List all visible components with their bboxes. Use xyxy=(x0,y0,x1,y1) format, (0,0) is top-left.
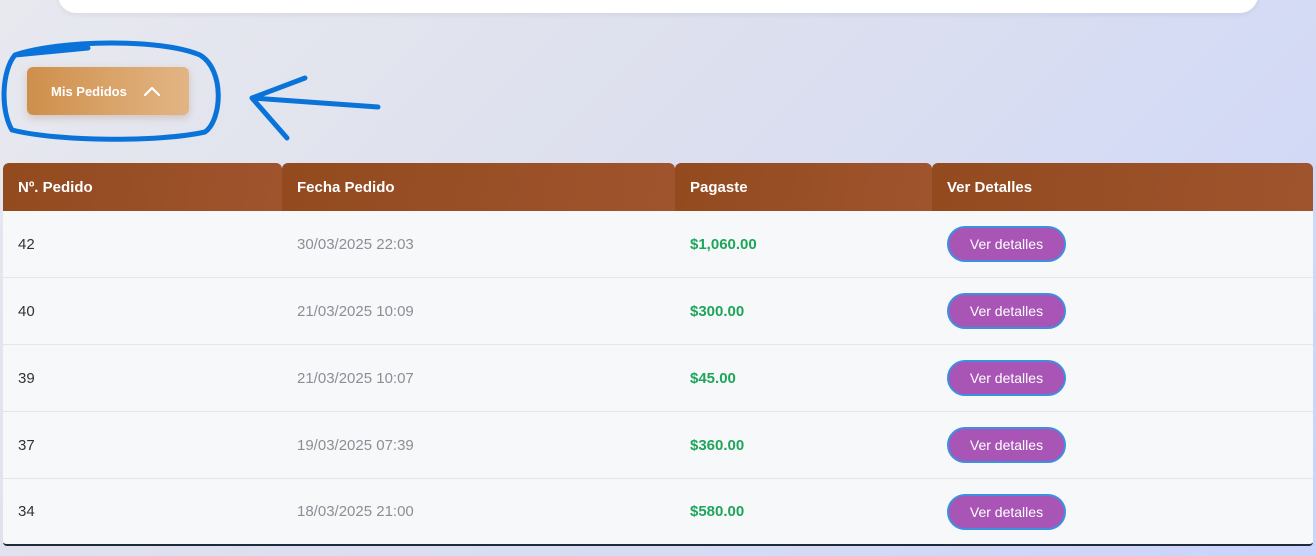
order-date-cell: 19/03/2025 07:39 xyxy=(297,436,414,454)
column-header-details: Ver Detalles xyxy=(932,163,1313,211)
details-cell: Ver detalles xyxy=(932,278,1313,344)
order-date-cell: 21/03/2025 10:07 xyxy=(297,369,414,387)
table-row: 37 19/03/2025 07:39 $360.00 Ver detalles xyxy=(3,412,1313,479)
view-details-button[interactable]: Ver detalles xyxy=(947,493,1066,530)
orders-table: Nº. Pedido Fecha Pedido Pagaste Ver Deta… xyxy=(3,163,1313,546)
table-row: 42 30/03/2025 22:03 $1,060.00 Ver detall… xyxy=(3,211,1313,278)
paid-amount-cell: $360.00 xyxy=(690,436,745,454)
view-details-button[interactable]: Ver detalles xyxy=(947,226,1066,262)
paid-amount-cell: $580.00 xyxy=(690,503,745,520)
order-date-cell: 18/03/2025 21:00 xyxy=(297,503,414,520)
order-number-cell: 39 xyxy=(18,369,35,387)
order-number-cell: 34 xyxy=(18,503,35,520)
order-number-cell: 42 xyxy=(18,235,35,253)
view-details-button[interactable]: Ver detalles xyxy=(947,360,1066,396)
chevron-up-icon xyxy=(143,86,160,97)
paid-amount-cell: $1,060.00 xyxy=(690,235,757,253)
order-number-cell: 37 xyxy=(18,436,35,454)
view-details-button[interactable]: Ver detalles xyxy=(947,427,1066,463)
annotation-arrow xyxy=(249,75,381,141)
paid-amount-cell: $300.00 xyxy=(690,302,745,320)
my-orders-toggle-button[interactable]: Mis Pedidos xyxy=(27,67,189,115)
my-orders-toggle-label: Mis Pedidos xyxy=(51,83,127,99)
details-cell: Ver detalles xyxy=(932,479,1313,544)
details-cell: Ver detalles xyxy=(932,211,1313,277)
top-card xyxy=(58,0,1258,13)
column-header-order-number: Nº. Pedido xyxy=(3,163,282,211)
paid-amount-cell: $45.00 xyxy=(690,369,736,387)
order-date-cell: 30/03/2025 22:03 xyxy=(297,235,414,253)
order-date-cell: 21/03/2025 10:09 xyxy=(297,302,414,320)
table-row: 34 18/03/2025 21:00 $580.00 Ver detalles xyxy=(3,479,1313,546)
details-cell: Ver detalles xyxy=(932,345,1313,411)
order-number-cell: 40 xyxy=(18,302,35,320)
table-header-row: Nº. Pedido Fecha Pedido Pagaste Ver Deta… xyxy=(3,163,1313,211)
table-row: 40 21/03/2025 10:09 $300.00 Ver detalles xyxy=(3,278,1313,345)
table-row: 39 21/03/2025 10:07 $45.00 Ver detalles xyxy=(3,345,1313,412)
view-details-button[interactable]: Ver detalles xyxy=(947,293,1066,329)
column-header-paid: Pagaste xyxy=(675,163,932,211)
column-header-order-date: Fecha Pedido xyxy=(282,163,675,211)
details-cell: Ver detalles xyxy=(932,412,1313,478)
